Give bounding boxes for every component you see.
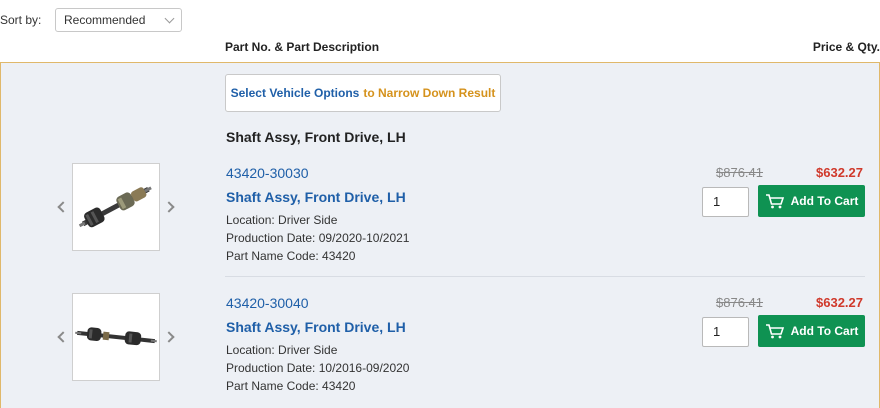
part-number-link[interactable]: 43420-30030 [226,165,309,181]
sort-row: Sort by: Recommended [0,8,182,32]
part-production-date: Production Date: 09/2020-10/2021 [226,231,410,245]
cart-icon [765,194,784,209]
quantity-input[interactable]: 1 [702,187,749,217]
part-thumbnail[interactable] [72,163,160,251]
original-price: $876.41 [716,295,763,310]
select-vehicle-options-button[interactable]: Select Vehicle Options to Narrow Down Re… [225,74,501,112]
chevron-left-icon[interactable] [54,197,69,217]
part-thumbnail[interactable] [72,293,160,381]
drive-shaft-image [75,327,157,346]
part-location: Location: Driver Side [226,213,338,227]
add-to-cart-label: Add To Cart [790,194,859,208]
part-number-link[interactable]: 43420-30040 [226,295,309,311]
part-name-link[interactable]: Shaft Assy, Front Drive, LH [226,189,406,205]
drive-shaft-image [78,186,152,228]
add-to-cart-button[interactable]: Add To Cart [758,185,865,217]
part-name-link[interactable]: Shaft Assy, Front Drive, LH [226,319,406,335]
sort-selected-value: Recommended [64,13,146,27]
part-location: Location: Driver Side [226,343,338,357]
options-suffix-text: to Narrow Down Result [363,86,496,100]
group-title: Shaft Assy, Front Drive, LH [226,129,406,145]
original-price: $876.41 [716,165,763,180]
chevron-right-icon[interactable] [163,327,178,347]
cart-icon [765,324,784,339]
part-row: 43420-30040 Shaft Assy, Front Drive, LH … [1,289,879,408]
results-panel: Select Vehicle Options to Narrow Down Re… [0,62,880,408]
chevron-down-icon [164,13,175,23]
sale-price: $632.27 [816,165,863,180]
column-header-part: Part No. & Part Description [225,40,380,54]
sort-select[interactable]: Recommended [55,8,182,32]
sort-label: Sort by: [0,13,42,27]
row-divider [225,276,865,277]
part-name-code: Part Name Code: 43420 [226,249,356,263]
quantity-input[interactable]: 1 [702,317,749,347]
chevron-left-icon[interactable] [54,327,69,347]
add-to-cart-label: Add To Cart [790,324,859,338]
add-to-cart-button[interactable]: Add To Cart [758,315,865,347]
part-name-code: Part Name Code: 43420 [226,379,356,393]
part-production-date: Production Date: 10/2016-09/2020 [226,361,410,375]
column-header-price: Price & Qty. [812,40,880,54]
part-row: 43420-30030 Shaft Assy, Front Drive, LH … [1,159,879,287]
sale-price: $632.27 [816,295,863,310]
chevron-right-icon[interactable] [163,197,178,217]
options-link-text: Select Vehicle Options [230,86,360,100]
